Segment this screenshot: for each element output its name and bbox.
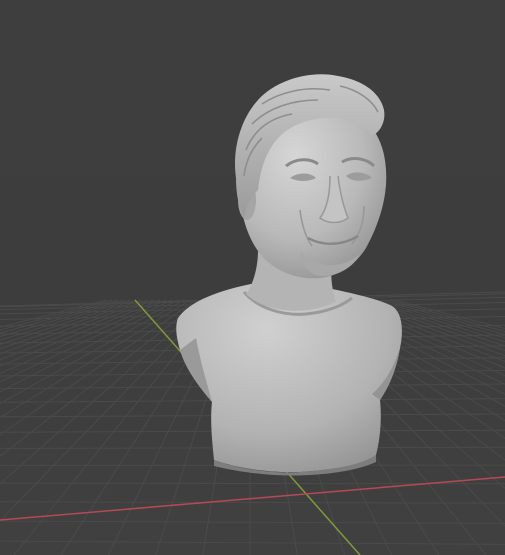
viewport-canvas[interactable] xyxy=(0,0,505,555)
3d-viewport[interactable] xyxy=(0,0,505,555)
